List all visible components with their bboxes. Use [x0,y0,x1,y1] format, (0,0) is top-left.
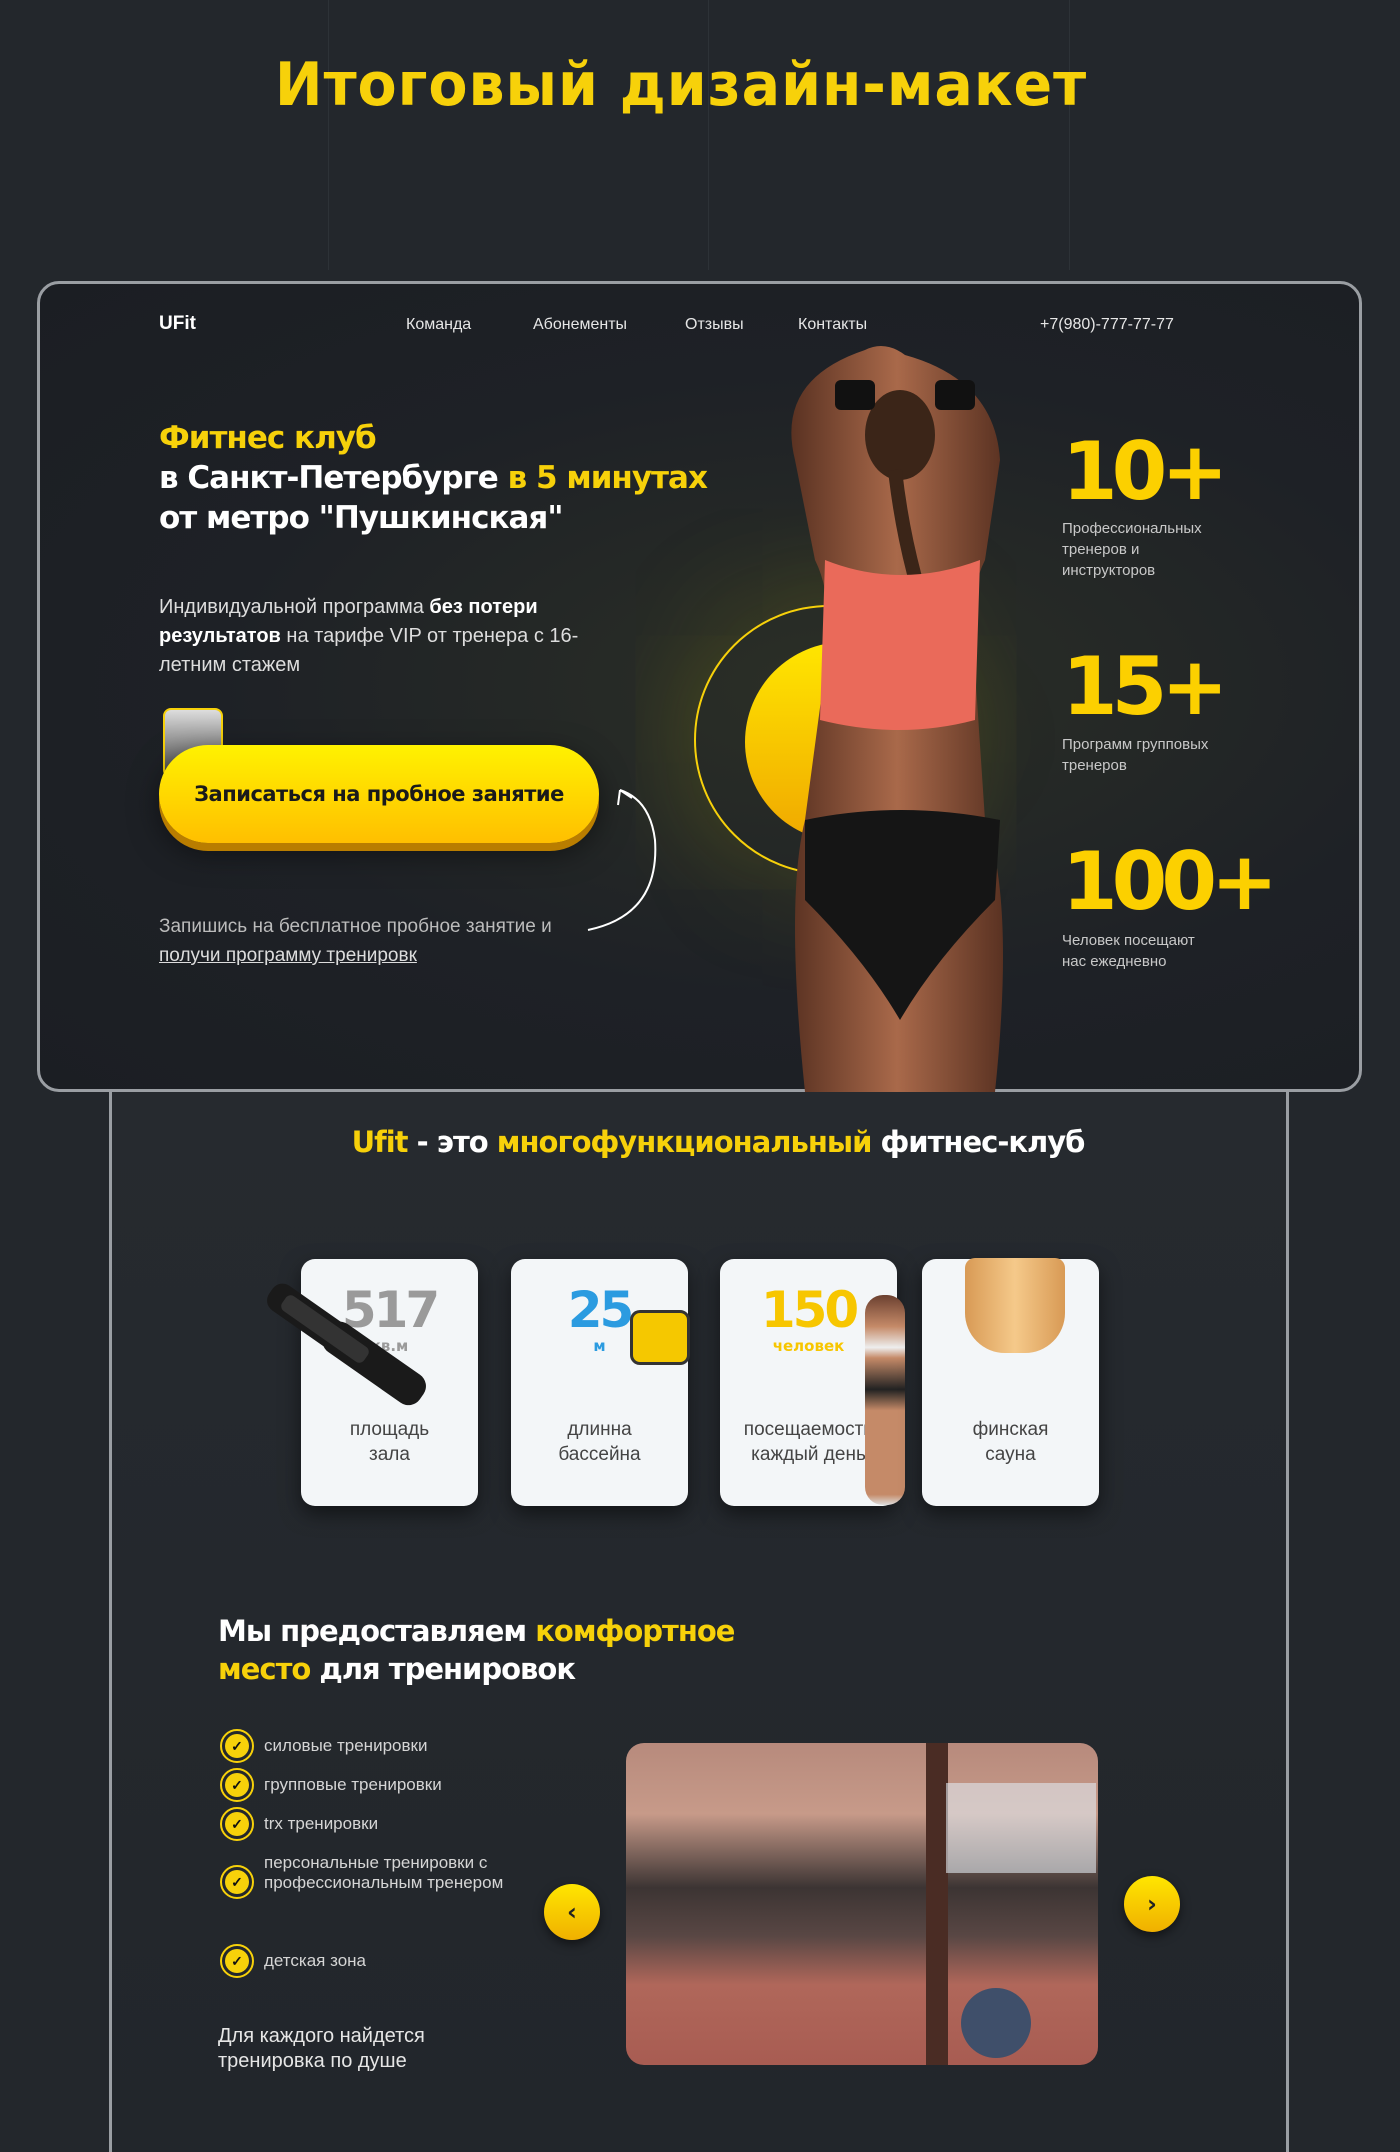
about-heading: Ufit - это многофункциональный фитнес-кл… [0,1125,1400,1159]
headline-accent: в 5 минутах [507,460,708,496]
nav-team[interactable]: Команда [406,316,471,334]
program-link[interactable]: получи программу тренировк [159,945,417,966]
nav-contacts[interactable]: Контакты [798,316,867,334]
card-label: финская сауна [972,1419,1049,1465]
desc-text: Индивидуальной программа [159,596,430,618]
tape-measure-icon [630,1310,690,1365]
guide-line [1069,0,1070,270]
feature-card-area: 517 кв.м площадь зала [301,1259,478,1506]
heading-text: для тренировок [310,1652,576,1686]
closing-text: Для каждого найдется тренировка по душе [218,2025,425,2072]
list-item: ✓ силовые тренировки [220,1729,428,1763]
item-label: групповые тренировки [264,1775,442,1794]
stat-value: 15+ [1062,640,1228,733]
brand: Ufit [351,1125,409,1159]
woman-figure [865,1295,905,1505]
list-item: ✓ групповые тренировки [220,1768,442,1802]
item-label: силовые тренировки [264,1736,428,1755]
comfort-heading: Мы предоставляем комфортное место для тр… [218,1612,735,1688]
check-icon: ✓ [220,1865,254,1899]
heading-accent: многофункциональный [496,1125,873,1159]
card-label: длинна бассейна [558,1419,641,1465]
stat-value: 10+ [1062,425,1228,518]
item-label: детская зона [264,1951,366,1970]
headline-line: от метро "Пушкинская" [159,500,563,536]
page-title: Итоговый дизайн-макет [274,50,1088,120]
item-label: персональные тренировки с профессиональн… [264,1853,504,1892]
heading-text: Мы предоставляем [218,1614,536,1648]
stat-label: Профессиональных тренеров и инструкторов [1062,520,1202,579]
photo-pillar [926,1743,948,2065]
nav-reviews[interactable]: Отзывы [685,316,744,334]
photo-windows [946,1783,1096,1873]
feature-card-pool: 25 м длинна бассейна [511,1259,688,1506]
carousel-next-button[interactable]: › [1124,1876,1180,1932]
heading-accent: место [218,1652,311,1686]
list-item: ✓ персональные тренировки с профессиональ… [220,1853,520,1899]
item-label: trx тренировки [264,1814,379,1833]
guide-line [708,0,709,270]
heading-text: фитнес-клуб [871,1125,1086,1159]
note-text: Запишись на бесплатное пробное занятие и [159,916,552,937]
check-icon: ✓ [220,1807,254,1841]
athlete-photo [791,346,1003,1092]
gym-photo [626,1743,1098,2065]
logo[interactable]: UFit [159,313,196,335]
stat-label: Программ групповых тренеров [1062,736,1209,774]
heading-text: - это [407,1125,497,1159]
card-label: площадь зала [349,1419,430,1465]
headline-line: Фитнес клуб [159,420,377,456]
trial-note: Запишись на бесплатное пробное занятие и… [159,912,599,970]
list-item: ✓ детская зона [220,1944,366,1978]
heading-accent: комфортное [535,1614,735,1648]
nav-memberships[interactable]: Абонементы [533,316,627,334]
headline-line: в Санкт-Петербурге [159,460,508,496]
hero-headline: Фитнес клуб в Санкт-Петербурге в 5 минут… [159,418,708,538]
check-icon: ✓ [220,1944,254,1978]
stat-value: 100+ [1062,835,1278,928]
photo-fitball [961,1988,1031,2058]
trial-signup-button[interactable]: Записаться на пробное занятие [159,745,599,843]
check-icon: ✓ [220,1768,254,1802]
sauna-bucket-icon [965,1258,1065,1353]
check-icon: ✓ [220,1729,254,1763]
hero-description: Индивидуальной программа без потери резу… [159,593,599,680]
list-item: ✓ trx тренировки [220,1807,379,1841]
stat-label: Человек посещают нас ежедневно [1062,932,1195,970]
guide-line [328,0,329,270]
phone-link[interactable]: +7(980)-777-77-77 [1040,316,1174,334]
carousel-prev-button[interactable]: ‹ [544,1884,600,1940]
